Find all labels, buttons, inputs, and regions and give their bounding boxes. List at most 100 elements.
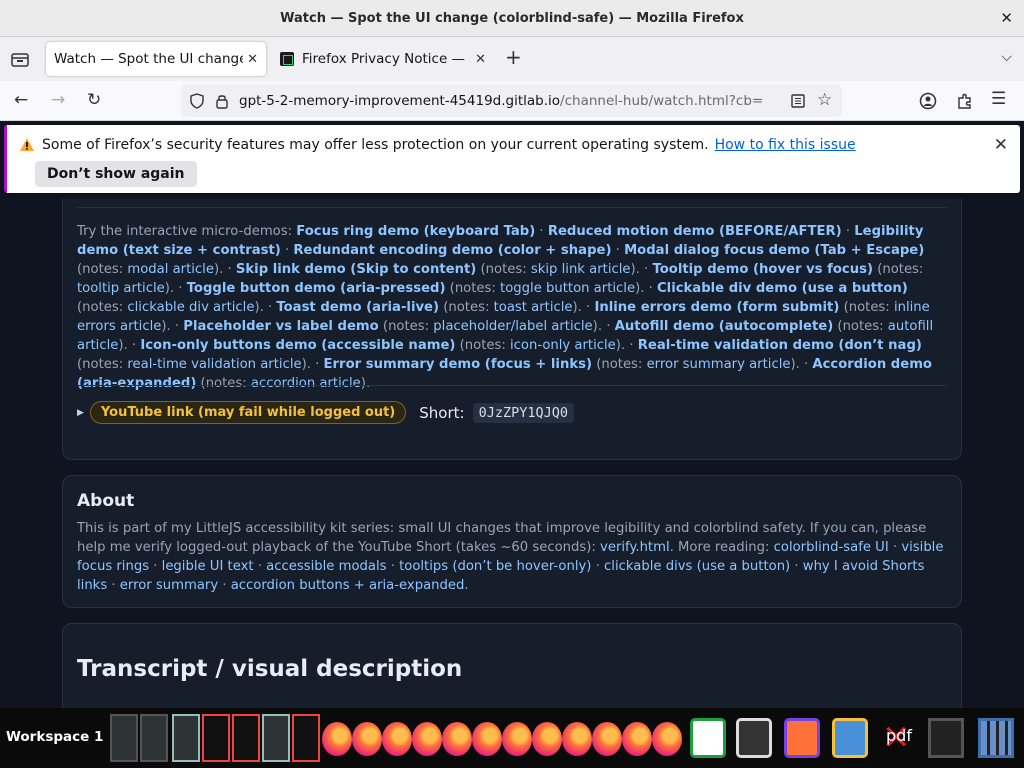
url-bar[interactable]: gpt-5-2-memory-improvement-45419d.gitlab… xyxy=(181,85,842,117)
taskbar: Workspace 1 ✕ pdf xyxy=(0,708,1024,768)
firefox-icon[interactable] xyxy=(412,722,442,756)
terminal-window-icon[interactable] xyxy=(110,714,138,762)
window-thumbnail-icon[interactable] xyxy=(262,714,290,762)
demo-link[interactable]: Toggle button demo (aria-pressed) xyxy=(187,281,446,296)
firefox-icon[interactable] xyxy=(442,722,472,756)
demo-link[interactable]: Error summary demo (focus + links) xyxy=(324,357,592,372)
reading-link[interactable]: legible UI text xyxy=(162,559,254,574)
window-close-icon[interactable]: ✕ xyxy=(1000,9,1013,27)
firefox-icon[interactable] xyxy=(784,718,820,758)
notes-link[interactable]: error summary article xyxy=(647,357,791,372)
reload-icon[interactable]: ↻ xyxy=(87,90,101,110)
notes-link[interactable]: toast article xyxy=(494,300,573,315)
notes-link[interactable]: tooltip article xyxy=(77,281,165,296)
reading-link[interactable]: accordion buttons + aria-expanded xyxy=(231,578,465,593)
demo-link[interactable]: Skip link demo (Skip to content) xyxy=(236,262,476,277)
notification-close-icon[interactable]: ✕ xyxy=(994,135,1008,155)
demo-link[interactable]: Placeholder vs label demo xyxy=(183,319,378,334)
bookmark-star-icon[interactable]: ☆ xyxy=(817,90,832,110)
tab-privacy-notice[interactable]: Firefox Privacy Notice — | ✕ xyxy=(272,42,494,76)
firefox-icon[interactable] xyxy=(382,722,412,756)
notes-link[interactable]: clickable div article xyxy=(127,300,254,315)
demo-separator: . · xyxy=(635,262,653,277)
window-thumbnail-icon[interactable] xyxy=(232,714,260,762)
firefox-icon[interactable] xyxy=(502,722,532,756)
notes-prefix: notes: xyxy=(485,262,531,277)
terminal-icon[interactable] xyxy=(736,718,772,758)
demo-link[interactable]: Tooltip demo (hover vs focus) xyxy=(652,262,873,277)
demo-separator: · xyxy=(611,243,625,258)
window-thumbnail-icon[interactable] xyxy=(292,714,320,762)
firefox-icon[interactable] xyxy=(652,722,682,756)
tab-close-icon[interactable]: ✕ xyxy=(247,52,258,67)
demo-link[interactable]: Reduced motion demo (BEFORE/AFTER) xyxy=(548,224,842,239)
forward-arrow-icon[interactable]: → xyxy=(51,90,65,110)
calculator-icon[interactable] xyxy=(978,718,1014,758)
text-editor-icon[interactable] xyxy=(928,718,964,758)
demo-separator: . · xyxy=(219,262,236,277)
notes-link[interactable]: modal article xyxy=(127,262,214,277)
firefox-icon[interactable] xyxy=(622,722,652,756)
reader-view-icon[interactable] xyxy=(790,93,806,109)
demo-separator: . · xyxy=(597,319,615,334)
youtube-details[interactable]: ▶ YouTube link (may fail while logged ou… xyxy=(77,401,574,424)
notes-prefix: notes: xyxy=(464,338,510,353)
firefox-icon[interactable] xyxy=(532,722,562,756)
how-to-fix-link[interactable]: How to fix this issue xyxy=(715,137,856,153)
tab-close-icon[interactable]: ✕ xyxy=(475,52,486,67)
firefox-icon[interactable] xyxy=(562,722,592,756)
window-thumbnail-icon[interactable] xyxy=(172,714,200,762)
list-all-tabs-chevron-icon[interactable]: ⌵ xyxy=(1001,49,1012,65)
account-icon[interactable] xyxy=(919,92,937,110)
youtube-link-pill[interactable]: YouTube link (may fail while logged out) xyxy=(89,401,407,424)
shield-icon[interactable] xyxy=(189,93,205,109)
new-tab-plus-icon[interactable]: + xyxy=(505,45,522,69)
notes-link[interactable]: icon-only article xyxy=(510,338,616,353)
notes-link[interactable]: real-time validation article xyxy=(127,357,301,372)
reading-link[interactable]: tooltips (don’t be hover-only) xyxy=(399,559,591,574)
disclosure-triangle-icon[interactable]: ▶ xyxy=(77,408,84,418)
gitlab-favicon-icon xyxy=(280,52,294,66)
reading-link[interactable]: error summary xyxy=(120,578,218,593)
demo-link[interactable]: Autofill demo (autocomplete) xyxy=(615,319,834,334)
firefox-icon[interactable] xyxy=(592,722,622,756)
demo-link[interactable]: Inline errors demo (form submit) xyxy=(594,300,839,315)
hamburger-menu-icon[interactable]: ☰ xyxy=(991,89,1006,109)
short-code: 0JzZPY1QJQ0 xyxy=(472,402,574,423)
reading-link[interactable]: colorblind-safe UI xyxy=(774,540,889,555)
reading-link[interactable]: accessible modals xyxy=(266,559,386,574)
notes-link[interactable]: toggle button article xyxy=(500,281,635,296)
firefox-icon[interactable] xyxy=(472,722,502,756)
image-viewer-icon[interactable] xyxy=(832,718,868,758)
window-thumbnail-icon[interactable] xyxy=(202,714,230,762)
demo-link[interactable]: Toast demo (aria-live) xyxy=(276,300,439,315)
notes-prefix: notes: xyxy=(882,262,924,277)
notes-prefix: notes: xyxy=(82,262,128,277)
notes-link[interactable]: placeholder/label article xyxy=(433,319,592,334)
verify-link[interactable]: verify.html xyxy=(600,540,670,555)
demo-separator: · xyxy=(535,224,548,239)
extensions-puzzle-icon[interactable] xyxy=(956,92,974,110)
demo-link[interactable]: Icon-only buttons demo (accessible name) xyxy=(140,338,455,353)
demo-link[interactable]: Redundant encoding demo (color + shape) xyxy=(293,243,611,258)
demo-link[interactable]: Clickable div demo (use a button) xyxy=(657,281,908,296)
dont-show-again-button[interactable]: Don’t show again xyxy=(35,161,197,187)
tab-overview-icon[interactable] xyxy=(9,49,31,69)
tab-label: Firefox Privacy Notice — | xyxy=(302,51,472,67)
notification-text: Some of Firefox’s security features may … xyxy=(42,137,709,153)
back-arrow-icon[interactable]: ← xyxy=(14,90,28,110)
demo-link[interactable]: Real-time validation demo (don’t nag) xyxy=(638,338,922,353)
spreadsheet-icon[interactable] xyxy=(690,718,726,758)
terminal-window-icon[interactable] xyxy=(140,714,168,762)
lock-icon[interactable] xyxy=(215,93,229,109)
notes-prefix: notes: xyxy=(388,319,434,334)
demo-link[interactable]: Focus ring demo (keyboard Tab) xyxy=(296,224,535,239)
firefox-icon[interactable] xyxy=(322,722,352,756)
pdf-viewer-icon[interactable]: pdf xyxy=(886,726,916,768)
notes-link[interactable]: accordion article xyxy=(251,376,361,391)
demo-link[interactable]: Modal dialog focus demo (Tab + Escape) xyxy=(624,243,924,258)
reading-link[interactable]: clickable divs (use a button) xyxy=(604,559,790,574)
tab-watch[interactable]: Watch — Spot the UI change ✕ xyxy=(46,42,266,76)
notes-link[interactable]: skip link article xyxy=(531,262,631,277)
firefox-icon[interactable] xyxy=(352,722,382,756)
